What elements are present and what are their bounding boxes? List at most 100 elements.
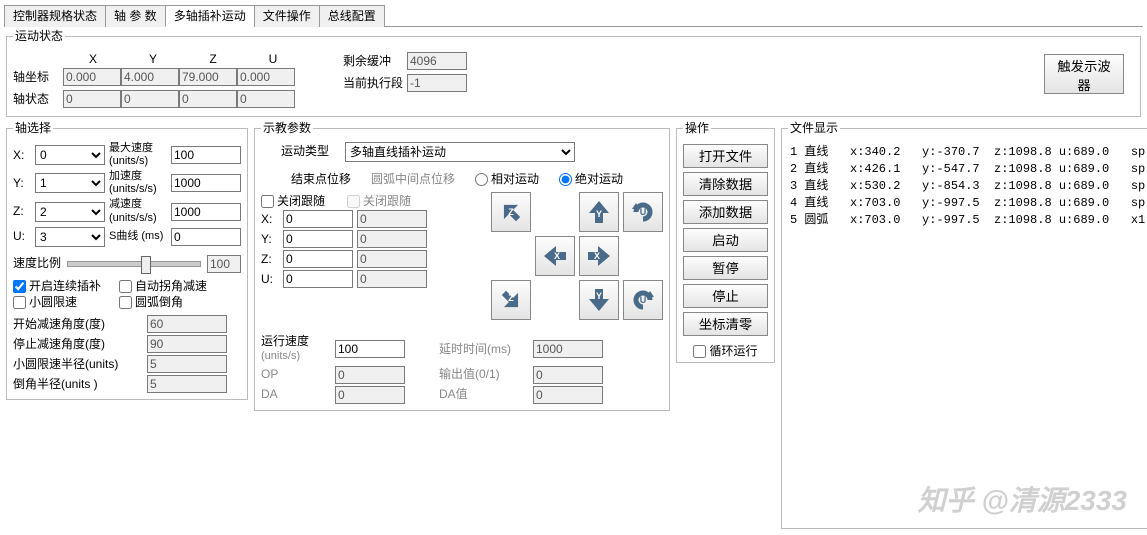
jog-y-plus-button[interactable]: Y — [579, 192, 619, 232]
chk-close-follow-1[interactable]: 关闭跟随 — [261, 194, 325, 208]
jog-z-plus-button[interactable]: Z — [491, 280, 531, 320]
acc-label: 加速度 (units/s/s) — [109, 170, 167, 196]
runspeed-unit: (units/s) — [261, 350, 300, 362]
chk-arc-chamfer[interactable]: 圆弧倒角 — [119, 295, 183, 309]
axis-z-select[interactable]: 2 — [35, 202, 105, 222]
coord-z — [179, 68, 237, 86]
coord-y — [121, 68, 179, 86]
dec-input[interactable] — [171, 203, 241, 221]
tab-multi-axis[interactable]: 多轴插补运动 — [165, 5, 255, 27]
svg-text:Y: Y — [596, 291, 602, 301]
stop-angle-input[interactable] — [147, 335, 227, 353]
tab-bar: 控制器规格状态 轴 参 数 多轴插补运动 文件操作 总线配置 — [4, 4, 1143, 27]
tab-bus-config[interactable]: 总线配置 — [319, 5, 385, 27]
stop-angle-label: 停止减速角度(度) — [13, 337, 143, 351]
radio-absolute[interactable]: 绝对运动 — [559, 172, 623, 186]
svg-text:Y: Y — [596, 209, 602, 219]
acc-input[interactable] — [171, 174, 241, 192]
state-y — [121, 90, 179, 108]
add-data-button[interactable]: 添加数据 — [683, 200, 768, 224]
teach-group: 示教参数 运动类型 多轴直线插补运动 结束点位移 圆弧中间点位移 相对运动 绝对… — [254, 121, 670, 410]
svg-text:Z: Z — [508, 207, 514, 217]
chk-loop-run[interactable]: 循环运行 — [693, 344, 757, 358]
teach-legend: 示教参数 — [261, 121, 313, 135]
mid-z-input — [357, 250, 427, 268]
mid-y-input — [357, 230, 427, 248]
teach-z-label: Z: — [261, 252, 279, 266]
coord-x — [63, 68, 121, 86]
operations-legend: 操作 — [683, 121, 711, 135]
end-z-input[interactable] — [283, 250, 353, 268]
jog-arrow-grid: Z Y U X X Z Y U — [491, 192, 663, 320]
dav-label: DA值 — [439, 387, 529, 401]
maxspeed-input[interactable] — [171, 146, 241, 164]
jog-z-minus-button[interactable]: Z — [491, 192, 531, 232]
teach-u-label: U: — [261, 272, 279, 286]
start-button[interactable]: 启动 — [683, 228, 768, 252]
jog-u-plus-button[interactable]: U — [623, 192, 663, 232]
chamfer-radius-label: 倒角半径(units ) — [13, 377, 143, 391]
trigger-scope-button[interactable]: 触发示波器 — [1044, 54, 1124, 94]
file-display-legend: 文件显示 — [788, 121, 840, 135]
curseg-label: 当前执行段 — [343, 76, 403, 90]
speed-ratio-val — [207, 255, 241, 273]
tab-axis-params[interactable]: 轴 参 数 — [105, 5, 166, 27]
chk-continuous[interactable]: 开启连续插补 — [13, 279, 101, 293]
chk-auto-corner[interactable]: 自动拐角减速 — [119, 279, 207, 293]
end-x-input[interactable] — [283, 210, 353, 228]
speed-ratio-slider[interactable] — [67, 261, 201, 267]
operations-group: 操作 打开文件 清除数据 添加数据 启动 暂停 停止 坐标清零 循环运行 — [676, 121, 775, 363]
axis-x-select[interactable]: 0 — [35, 145, 105, 165]
file-display-group: 文件显示 1 直线 x:340.2 y:-370.7 z:1098.8 u:68… — [781, 121, 1147, 528]
out-label: 输出值(0/1) — [439, 367, 529, 381]
svg-text:X: X — [554, 251, 560, 261]
state-label: 轴状态 — [13, 92, 63, 106]
da-label: DA — [261, 387, 331, 401]
jog-x-plus-button[interactable]: X — [579, 236, 619, 276]
motion-state-group: 运动状态 X Y Z U 轴坐标 轴状态 — [6, 29, 1141, 117]
axis-u-select[interactable]: 3 — [35, 227, 105, 247]
scurve-label: S曲线 (ms) — [109, 230, 167, 243]
buffer-val — [407, 52, 467, 70]
start-angle-input[interactable] — [147, 315, 227, 333]
teach-y-label: Y: — [261, 232, 279, 246]
pause-button[interactable]: 暂停 — [683, 256, 768, 280]
axis-select-legend: 轴选择 — [13, 121, 53, 135]
chk-small-circle[interactable]: 小圆限速 — [13, 295, 77, 309]
jog-u-minus-button[interactable]: U — [623, 280, 663, 320]
axis-z-label: Z: — [13, 204, 31, 218]
svg-text:U: U — [640, 207, 647, 217]
axis-u-label: U: — [13, 229, 31, 243]
motion-type-select[interactable]: 多轴直线插补运动 — [345, 142, 575, 162]
end-y-input[interactable] — [283, 230, 353, 248]
out-input — [533, 366, 603, 384]
dav-input — [533, 386, 603, 404]
op-input — [335, 366, 405, 384]
tab-controller-state[interactable]: 控制器规格状态 — [4, 5, 106, 27]
axis-header-x: X — [63, 52, 123, 66]
chamfer-radius-input[interactable] — [147, 375, 227, 393]
speed-ratio-label: 速度比例 — [13, 256, 61, 270]
mid-point-label: 圆弧中间点位移 — [371, 172, 455, 186]
coord-u — [237, 68, 295, 86]
axis-x-label: X: — [13, 148, 31, 162]
scurve-input[interactable] — [171, 228, 241, 246]
zero-coord-button[interactable]: 坐标清零 — [683, 312, 768, 336]
svg-text:X: X — [594, 251, 600, 261]
end-u-input[interactable] — [283, 270, 353, 288]
tab-file-ops[interactable]: 文件操作 — [254, 5, 320, 27]
open-file-button[interactable]: 打开文件 — [683, 144, 768, 168]
axis-header-u: U — [243, 52, 303, 66]
delay-label: 延时时间(ms) — [439, 342, 529, 356]
clear-data-button[interactable]: 清除数据 — [683, 172, 768, 196]
radio-relative[interactable]: 相对运动 — [475, 172, 539, 186]
stop-button[interactable]: 停止 — [683, 284, 768, 308]
dec-label: 减速度 (units/s/s) — [109, 198, 167, 224]
jog-x-minus-button[interactable]: X — [535, 236, 575, 276]
state-x — [63, 90, 121, 108]
file-list[interactable]: 1 直线 x:340.2 y:-370.7 z:1098.8 u:689.0 s… — [788, 140, 1147, 524]
jog-y-minus-button[interactable]: Y — [579, 280, 619, 320]
runspeed-input[interactable] — [335, 340, 405, 358]
axis-y-select[interactable]: 1 — [35, 173, 105, 193]
circle-radius-input[interactable] — [147, 355, 227, 373]
